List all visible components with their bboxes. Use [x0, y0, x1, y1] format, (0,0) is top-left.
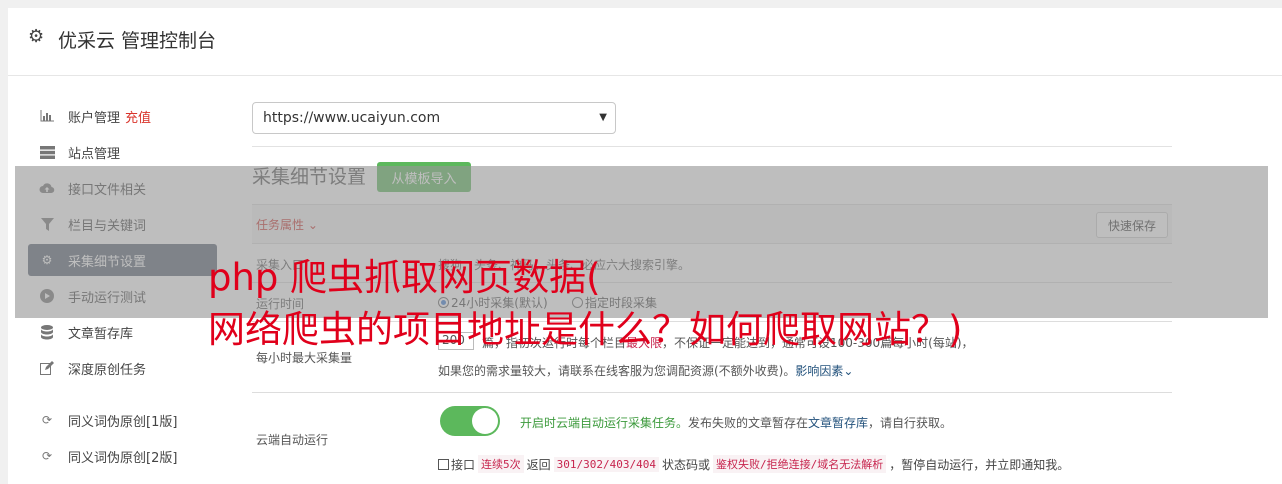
sidebar-item-label: 同义词伪原创[1版]: [68, 414, 178, 430]
entry-value: 搜狗、头条、神马、头条、必应六大搜索引擎。: [438, 258, 691, 272]
refresh-icon: ⟳: [41, 449, 53, 463]
gear-icon: ⚙: [28, 26, 45, 47]
quick-save-button[interactable]: 快速保存: [1096, 212, 1168, 238]
factors-link[interactable]: 影响因素⌄: [795, 364, 853, 378]
max-collect-desc-2: 如果您的需求量较大，请联系在线客服为您调配资源(不额外收费)。影响因素⌄: [438, 364, 854, 378]
site-select-value: https://www.ucaiyun.com: [263, 110, 441, 126]
page-title: 优采云 管理控制台: [58, 30, 217, 52]
refresh-icon: ⟳: [41, 413, 53, 427]
cloud-run-toggle[interactable]: [440, 406, 500, 436]
section-title: 采集细节设置: [252, 166, 367, 188]
sidebar: 账户管理 充值 站点管理 接口文件相关 栏目与关键词 ⚙ 采集细节设置 手动运行…: [28, 100, 217, 476]
sidebar-item-label: 栏目与关键词: [68, 218, 147, 234]
sidebar-item-label: 文章暂存库: [68, 326, 134, 342]
sidebar-item-label: 采集细节设置: [68, 254, 147, 270]
max-collect-input[interactable]: 200: [438, 332, 474, 350]
entry-row: 采集入口 搜狗、头条、神马、头条、必应六大搜索引擎。: [252, 244, 1172, 283]
sidebar-item-label: 深度原创任务: [68, 362, 147, 378]
radio-selected-icon: [438, 297, 449, 308]
api-notify-option[interactable]: 接口 连续5次 返回 301/302/403/404 状态码或 鉴权失败/拒绝连…: [438, 455, 1069, 473]
cloud-run-desc: 开启时云端自动运行采集任务。发布失败的文章暂存在文章暂存库，请自行获取。: [520, 416, 953, 430]
radio-period[interactable]: 指定时段采集: [572, 294, 657, 311]
run-time-row: 运行时间 24小时采集(默认) 指定时段采集: [252, 283, 1172, 322]
play-circle-icon: [38, 287, 56, 305]
checkbox-icon[interactable]: [438, 458, 449, 470]
sidebar-item-synonym-v1[interactable]: ⟳ 同义词伪原创[1版]: [28, 404, 217, 436]
sidebar-item-label: 站点管理: [68, 146, 121, 162]
chevron-down-icon: ⌄: [307, 218, 318, 232]
sidebar-item-label: 账户管理: [68, 110, 121, 126]
task-attr-toggle[interactable]: 任务属性 ⌄: [256, 216, 318, 233]
sidebar-item-synonym-v2[interactable]: ⟳ 同义词伪原创[2版]: [28, 440, 217, 472]
cloud-run-label: 云端自动运行: [256, 433, 329, 447]
article-storage-link[interactable]: 文章暂存库: [808, 416, 868, 430]
site-select[interactable]: https://www.ucaiyun.com ▼: [252, 102, 616, 134]
sidebar-item-label: 手动运行测试: [68, 290, 147, 306]
server-icon: [38, 143, 56, 161]
radio-empty-icon: [572, 297, 583, 308]
edit-icon: [38, 359, 56, 377]
recharge-link[interactable]: 充值: [125, 107, 151, 126]
settings-table: 任务属性 ⌄ 快速保存 采集入口 搜狗、头条、神马、头条、必应六大搜索引擎。 运…: [252, 204, 1172, 473]
sidebar-item-label: 同义词伪原创[2版]: [68, 450, 178, 466]
max-collect-row: 每小时最大采集量 200 篇，指初次运行时每个栏目最大限，不保证一定能达到，通常…: [252, 322, 1172, 393]
entry-label: 采集入口: [256, 258, 305, 272]
divider: [252, 146, 1172, 147]
main-panel: 账户管理 充值 站点管理 接口文件相关 栏目与关键词 ⚙ 采集细节设置 手动运行…: [8, 76, 1282, 484]
sidebar-item-deep-original[interactable]: 深度原创任务: [28, 352, 217, 384]
sidebar-item-collect-settings[interactable]: ⚙ 采集细节设置: [28, 244, 217, 276]
max-collect-desc: 篇，指初次运行时每个栏目最大限，不保证一定能达到，通常可设100-300篇每小时…: [482, 336, 974, 350]
run-time-label: 运行时间: [256, 297, 305, 311]
sidebar-item-columns-keywords[interactable]: 栏目与关键词: [28, 208, 217, 240]
header-bar: ⚙ 优采云 管理控制台: [8, 8, 1282, 76]
radio-24h[interactable]: 24小时采集(默认): [438, 294, 548, 311]
sidebar-item-sites[interactable]: 站点管理: [28, 136, 217, 168]
bar-chart-icon: [38, 107, 56, 125]
import-template-button[interactable]: 从模板导入: [377, 162, 471, 192]
database-icon: [38, 323, 56, 341]
cloud-run-row: 云端自动运行 开启时云端自动运行采集任务。发布失败的文章暂存在文章暂存库，请自行…: [252, 393, 1172, 483]
filter-icon: [38, 215, 56, 233]
cloud-upload-icon: [38, 179, 56, 197]
sidebar-item-manual-run[interactable]: 手动运行测试: [28, 280, 217, 312]
sidebar-item-article-storage[interactable]: 文章暂存库: [28, 316, 217, 348]
max-collect-label: 每小时最大采集量: [256, 351, 353, 365]
sidebar-item-account[interactable]: 账户管理 充值: [28, 100, 217, 132]
gears-icon: ⚙: [41, 253, 53, 267]
sidebar-item-label: 接口文件相关: [68, 182, 147, 198]
task-attr-row: 任务属性 ⌄ 快速保存: [252, 205, 1172, 244]
chevron-down-icon: ▼: [599, 112, 607, 123]
sidebar-item-api-files[interactable]: 接口文件相关: [28, 172, 217, 204]
